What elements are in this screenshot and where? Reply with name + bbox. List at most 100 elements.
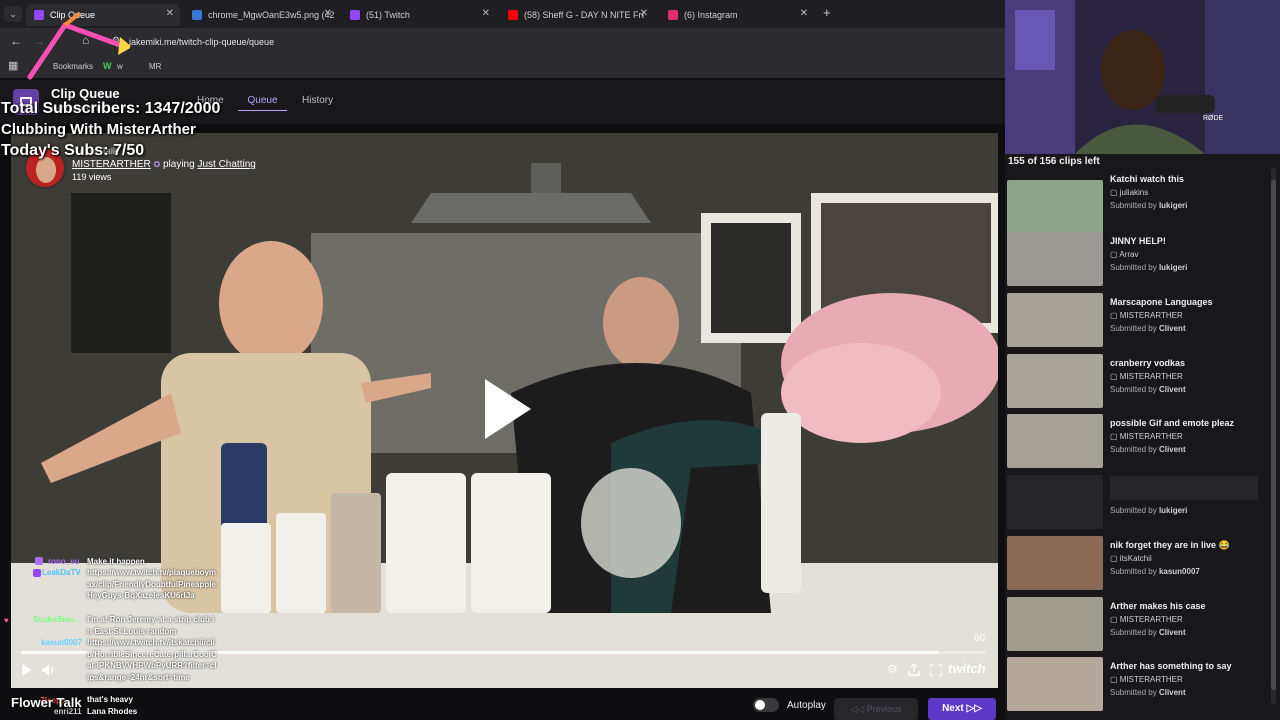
total-subscribers-overlay: Total Subscribers: 1347/2000: [1, 100, 221, 117]
previous-label: Previous: [866, 704, 902, 714]
clip-thumbnail: [1007, 232, 1103, 286]
instagram-favicon-icon: [668, 10, 678, 20]
chat-username: ScubaStev...: [33, 615, 80, 624]
twitch-favicon-icon: [350, 10, 360, 20]
new-tab-button[interactable]: +: [823, 5, 831, 20]
clip-thumbnail: [1007, 536, 1103, 590]
queue-item[interactable]: Katchi watch this ▢ juliakins Submitted …: [1007, 174, 1270, 236]
big-play-icon[interactable]: [483, 377, 533, 441]
video-player[interactable]: Flower Talk MISTERARTHER ✪ playing Just …: [11, 133, 998, 688]
queue-item[interactable]: Arther makes his case ▢ MISTERARTHER Sub…: [1007, 597, 1270, 653]
bookmarks-bar: ▦ Bookmarks W w MR: [0, 56, 1005, 78]
address-bar-row: ← → ⌂ ⚙ jakemiki.me/twitch-clip-queue/qu…: [0, 28, 1005, 56]
queue-item[interactable]: nik forget they are in live 😂 ▢ itsKatch…: [1007, 536, 1270, 592]
previous-icon: ◁◁: [850, 704, 867, 714]
clip-thumbnail-placeholder: [1007, 475, 1103, 529]
autoplay-toggle[interactable]: [753, 698, 779, 712]
play-icon[interactable]: [22, 664, 32, 676]
tab-screenshot[interactable]: chrome_MgwOanE3w5.png (42 ✕: [184, 4, 338, 26]
clip-thumbnail: [1007, 657, 1103, 711]
chat-username: rono_vu: [48, 557, 80, 566]
image-favicon-icon: [192, 10, 202, 20]
chat-bubble-icon: ▢: [1110, 432, 1120, 441]
close-tab-icon[interactable]: ✕: [324, 8, 332, 19]
nav-history[interactable]: History: [302, 95, 333, 106]
clip-item-submitter: Submitted by Clivent: [1110, 628, 1186, 637]
close-tab-icon[interactable]: ✕: [800, 8, 808, 19]
next-button[interactable]: Next ▷▷: [928, 698, 996, 720]
twitch-logo[interactable]: twitch: [948, 661, 986, 676]
previous-button[interactable]: ◁◁ Previous: [834, 698, 918, 720]
channel-link[interactable]: MISTERARTHER: [72, 159, 151, 170]
url-field[interactable]: jakemiki.me/twitch-clip-queue/queue: [129, 37, 274, 47]
clip-item-submitter: Submitted by lukigeri: [1110, 201, 1188, 210]
stream-arrow-overlay: [27, 11, 130, 80]
clip-item-title: Marscapone Languages: [1110, 297, 1213, 307]
queue-panel: RØDE 155 of 156 clips left Katchi watch …: [1005, 0, 1280, 720]
clip-item-submitter: Submitted by Clivent: [1110, 445, 1186, 454]
clip-item-submitter: Submitted by lukigeri: [1110, 506, 1188, 515]
queue-item[interactable]: possible Gif and emote pleaz ▢ MISTERART…: [1007, 414, 1270, 470]
clip-item-channel: ▢ MISTERARTHER: [1110, 615, 1183, 624]
queue-item[interactable]: cranberry vodkas ▢ MISTERARTHER Submitte…: [1007, 354, 1270, 410]
clip-list: Katchi watch this ▢ juliakins Submitted …: [1005, 0, 1270, 720]
next-label: Next: [942, 703, 964, 714]
time-counter: 60: [974, 633, 986, 644]
settings-icon[interactable]: ⚙: [887, 662, 898, 676]
clip-item-channel: ▢ MISTERARTHER: [1110, 675, 1183, 684]
close-tab-icon[interactable]: ✕: [482, 8, 490, 19]
clip-item-submitter: Submitted by Clivent: [1110, 324, 1186, 333]
clip-thumbnail: [1007, 414, 1103, 468]
clip-thumbnail: [1007, 293, 1103, 347]
clubbing-overlay: Clubbing With MisterArther: [1, 121, 196, 138]
tab-label: (58) Sheff G - DAY N NITE Free: [524, 10, 644, 20]
category-link[interactable]: Just Chatting: [197, 159, 255, 170]
close-tab-icon[interactable]: ✕: [166, 8, 174, 19]
clip-thumbnail: [1007, 180, 1103, 234]
chat-username: LeakDaTV: [42, 568, 81, 577]
youtube-favicon-icon: [508, 10, 518, 20]
clip-thumbnail: [1007, 597, 1103, 651]
clip-item-title: Arther makes his case: [1110, 601, 1206, 611]
fullscreen-icon[interactable]: [930, 664, 942, 676]
clip-item-channel: ▢ MISTERARTHER: [1110, 372, 1183, 381]
app-title: Clip Queue: [51, 86, 120, 101]
tab-label: (51) Twitch: [366, 10, 410, 20]
queue-item[interactable]: Arther has something to say ▢ MISTERARTH…: [1007, 657, 1270, 713]
browser-tab-bar: ⌄ Clip Queue ✕ chrome_MgwOanE3w5.png (42…: [0, 0, 1005, 28]
view-count: 119 views: [72, 172, 112, 182]
close-tab-icon[interactable]: ✕: [640, 8, 648, 19]
share-icon[interactable]: [908, 664, 920, 676]
chat-bubble-icon: ▢: [1110, 615, 1120, 624]
apps-grid-icon[interactable]: ▦: [8, 59, 18, 72]
clip-item-title: JINNY HELP!: [1110, 236, 1166, 246]
clip-item-title: nik forget they are in live 😂: [1110, 540, 1230, 550]
chat-username: kasun0007: [41, 638, 82, 647]
tab-youtube[interactable]: (58) Sheff G - DAY N NITE Free ✕: [500, 4, 654, 26]
chat-message: https://www.twitch.tv/itskatchii/clip/Ho…: [87, 638, 217, 682]
bookmark-mr[interactable]: MR: [149, 62, 161, 71]
queue-item-loading[interactable]: Submitted by lukigeri: [1007, 475, 1270, 531]
clip-item-title: cranberry vodkas: [1110, 358, 1186, 368]
clip-thumbnail: [1007, 354, 1103, 408]
chat-bubble-icon: ▢: [1110, 372, 1120, 381]
tab-label: chrome_MgwOanE3w5.png (42: [208, 10, 335, 20]
volume-icon[interactable]: [42, 664, 55, 676]
clip-item-channel: ▢ juliakins: [1110, 188, 1149, 197]
clip-item-channel: ▢ Arrav: [1110, 250, 1139, 259]
chat-bubble-icon: ▢: [1110, 554, 1120, 563]
chat-message: https://www.twitch.tv/plaqueboymax/clip/…: [87, 568, 217, 600]
playing-text: playing: [162, 159, 195, 170]
nav-queue[interactable]: Queue: [238, 95, 287, 111]
clip-item-submitter: Submitted by lukigeri: [1110, 263, 1188, 272]
tab-instagram[interactable]: (6) Instagram ✕: [660, 4, 814, 26]
clip-item-title: possible Gif and emote pleaz: [1110, 418, 1235, 428]
queue-scrollbar[interactable]: [1271, 168, 1276, 704]
chat-bubble-icon: ▢: [1110, 188, 1120, 197]
queue-item[interactable]: JINNY HELP! ▢ Arrav Submitted by lukiger…: [1007, 232, 1270, 288]
clip-item-channel: ▢ MISTERARTHER: [1110, 432, 1183, 441]
queue-item[interactable]: Marscapone Languages ▢ MISTERARTHER Subm…: [1007, 293, 1270, 349]
flower-talk-overlay: Flower Talk: [11, 695, 82, 710]
clip-item-submitter: Submitted by kasun0007: [1110, 567, 1200, 576]
tab-twitch[interactable]: (51) Twitch ✕: [342, 4, 496, 26]
